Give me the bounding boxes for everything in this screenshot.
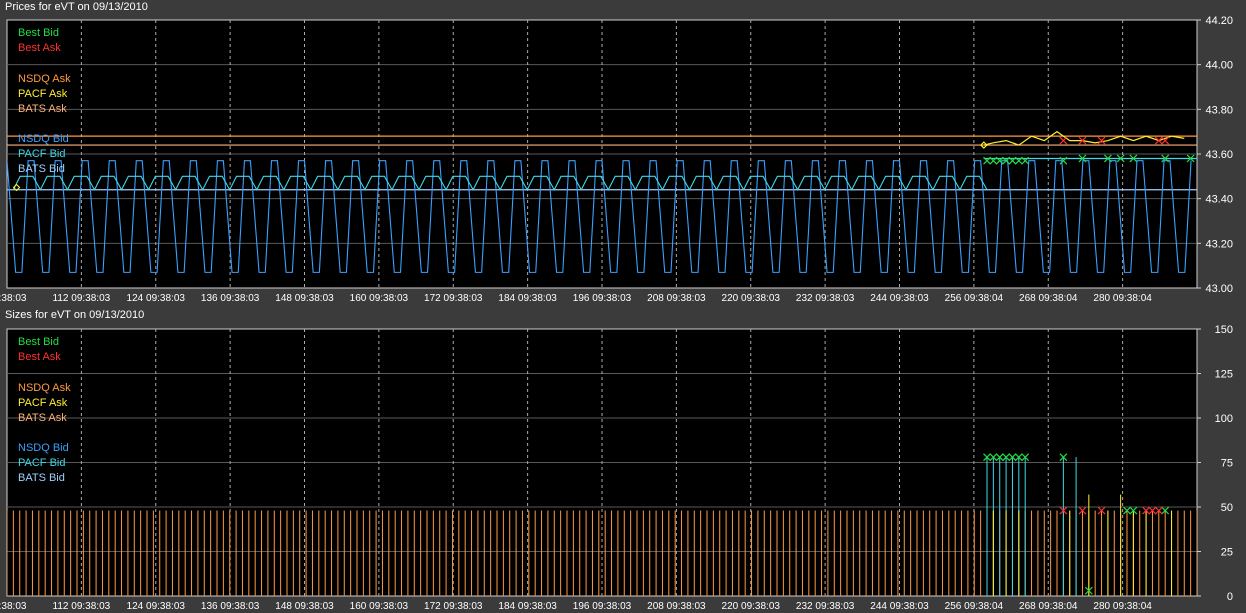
price-x-tick-label: 256 09:38:04 bbox=[945, 293, 1004, 304]
size-x-tick-label: 220 09:38:03 bbox=[722, 601, 781, 612]
price-x-tick-label: 172 09:38:03 bbox=[424, 293, 483, 304]
price-x-tick-label: 244 09:38:03 bbox=[870, 293, 929, 304]
size-y-tick-label: 125 bbox=[1215, 369, 1233, 381]
price-x-tick-label: 148 09:38:03 bbox=[275, 293, 334, 304]
sizes-chart: 0 25 50 75 100 125 150 09:38:03 112 09:38:03 124 … bbox=[0, 324, 1233, 612]
price-y-tick-label: 43.20 bbox=[1205, 238, 1233, 250]
size-y-tick-label: 75 bbox=[1221, 458, 1233, 470]
price-x-tick-label: 160 09:38:03 bbox=[350, 293, 409, 304]
price-legend-pacf-bid: PACF Bid bbox=[18, 148, 65, 160]
price-y-tick-label: 44.20 bbox=[1205, 15, 1233, 27]
size-x-tick-label: 124 09:38:03 bbox=[127, 601, 186, 612]
size-x-tick-label: 148 09:38:03 bbox=[275, 601, 334, 612]
size-y-tick-label: 50 bbox=[1221, 502, 1233, 514]
size-x-tick-label: 136 09:38:03 bbox=[201, 601, 260, 612]
size-x-tick-label: 232 09:38:03 bbox=[796, 601, 855, 612]
price-legend-bats-ask: BATS Ask bbox=[18, 103, 67, 115]
sizes-panel: Sizes for eVT on 09/13/2010 0 25 50 75 100 12… bbox=[0, 308, 1246, 613]
price-y-tick-label: 43.00 bbox=[1205, 283, 1233, 295]
price-x-tick-label: 124 09:38:03 bbox=[127, 293, 186, 304]
size-x-tick-label: 184 09:38:03 bbox=[498, 601, 557, 612]
price-legend-best-ask: Best Ask bbox=[18, 42, 61, 54]
size-y-tick-label: 150 bbox=[1215, 324, 1233, 336]
size-x-tick-label: 268 09:38:04 bbox=[1019, 601, 1078, 612]
price-legend-bats-bid: BATS Bid bbox=[18, 163, 65, 175]
size-x-tick-label: 09:38:03 bbox=[0, 601, 27, 612]
price-x-tick-label: 136 09:38:03 bbox=[201, 293, 260, 304]
price-legend-nsdq-bid: NSDQ Bid bbox=[18, 133, 69, 145]
size-x-tick-label: 280 09:38:04 bbox=[1093, 601, 1152, 612]
price-x-tick-label: 280 09:38:04 bbox=[1093, 293, 1152, 304]
price-x-tick-label: 196 09:38:03 bbox=[573, 293, 632, 304]
size-legend-bats-ask: BATS Ask bbox=[18, 412, 67, 424]
price-y-tick-label: 43.80 bbox=[1205, 104, 1233, 116]
price-y-tick-label: 43.40 bbox=[1205, 194, 1233, 206]
price-legend-nsdq-ask: NSDQ Ask bbox=[18, 73, 71, 85]
size-x-tick-label: 208 09:38:03 bbox=[647, 601, 706, 612]
size-x-tick-label: 196 09:38:03 bbox=[573, 601, 632, 612]
size-legend-best-ask: Best Ask bbox=[18, 351, 61, 363]
size-legend-nsdq-bid: NSDQ Bid bbox=[18, 442, 69, 454]
prices-panel: Prices for eVT on 09/13/2010 43.00 43.20 4… bbox=[0, 0, 1246, 308]
size-x-tick-label: 244 09:38:03 bbox=[870, 601, 929, 612]
size-y-tick-label: 0 bbox=[1227, 591, 1233, 603]
size-legend-bats-bid: BATS Bid bbox=[18, 472, 65, 484]
size-legend-best-bid: Best Bid bbox=[18, 336, 59, 348]
price-x-tick-label: 268 09:38:04 bbox=[1019, 293, 1078, 304]
size-legend-pacf-bid: PACF Bid bbox=[18, 457, 65, 469]
price-x-tick-label: 09:38:03 bbox=[0, 293, 27, 304]
price-x-tick-label: 112 09:38:03 bbox=[53, 293, 111, 304]
price-x-tick-label: 184 09:38:03 bbox=[498, 293, 557, 304]
size-x-tick-label: 172 09:38:03 bbox=[424, 601, 483, 612]
price-legend-pacf-ask: PACF Ask bbox=[18, 88, 68, 100]
size-x-tick-label: 112 09:38:03 bbox=[53, 601, 111, 612]
size-legend-pacf-ask: PACF Ask bbox=[18, 397, 68, 409]
price-x-tick-label: 232 09:38:03 bbox=[796, 293, 855, 304]
price-x-tick-label: 220 09:38:03 bbox=[722, 293, 781, 304]
size-y-tick-label: 25 bbox=[1221, 547, 1233, 559]
price-y-tick-label: 43.60 bbox=[1205, 149, 1233, 161]
size-legend-nsdq-ask: NSDQ Ask bbox=[18, 382, 71, 394]
price-x-tick-label: 208 09:38:03 bbox=[647, 293, 706, 304]
size-y-tick-label: 100 bbox=[1215, 413, 1233, 425]
prices-chart: 43.00 43.20 43.40 43.60 43.80 44.00 44.20 09:38… bbox=[0, 15, 1233, 304]
size-x-tick-label: 160 09:38:03 bbox=[350, 601, 409, 612]
size-x-tick-label: 256 09:38:04 bbox=[945, 601, 1004, 612]
price-y-tick-label: 44.00 bbox=[1205, 60, 1233, 72]
price-legend-best-bid: Best Bid bbox=[18, 27, 59, 39]
